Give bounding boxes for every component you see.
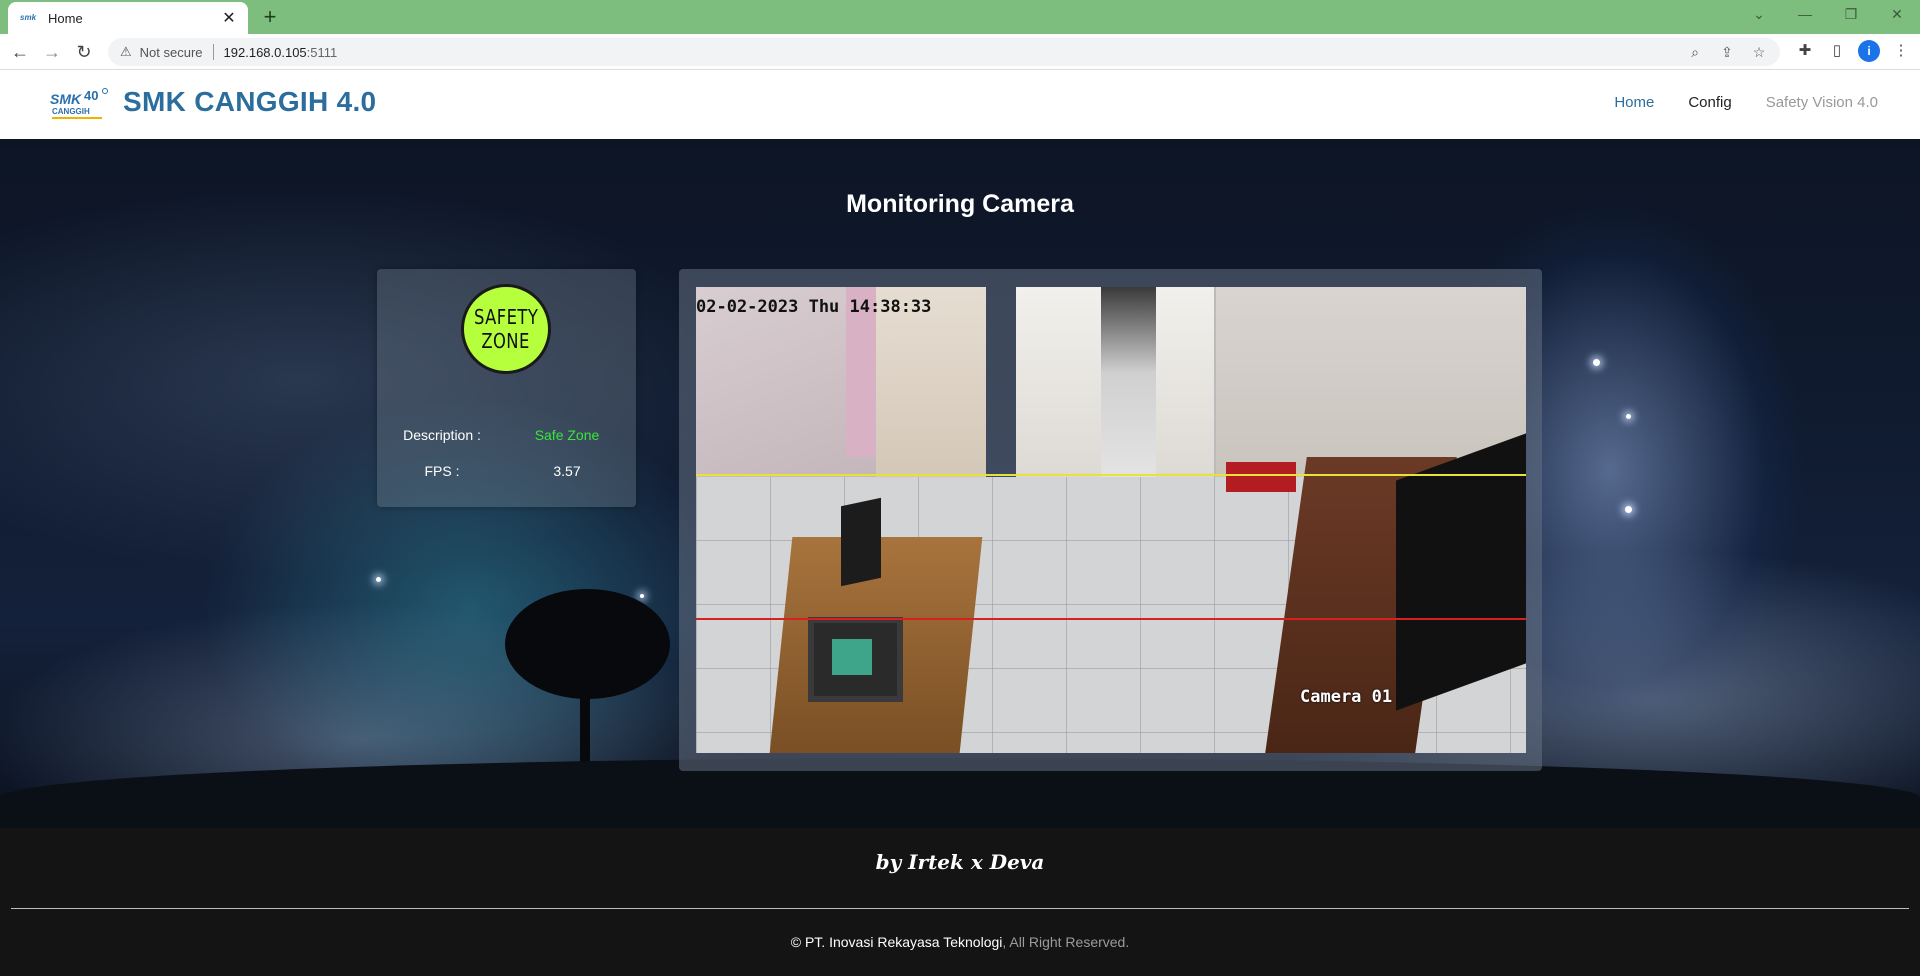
company-name[interactable]: PT. Inovasi Rekayasa Teknologi (805, 934, 1002, 950)
bookmark-star-icon[interactable]: ☆ (1750, 42, 1768, 62)
site-nav: Home Config Safety Vision 4.0 (1614, 94, 1878, 111)
svg-text:40: 40 (84, 88, 98, 103)
scene-printer-bed (832, 639, 872, 675)
scene-monitor (841, 497, 881, 587)
star-decoration (1626, 414, 1631, 419)
menu-kebab-icon[interactable]: ⋮ (1890, 40, 1912, 62)
copyright-symbol: © (790, 934, 802, 950)
page-title: Monitoring Camera (846, 190, 1074, 218)
author-signature: by Irtek x Deva (875, 850, 1045, 874)
omnibox-actions: ⌕ ⇪ ☆ (1686, 42, 1768, 62)
share-icon[interactable]: ⇪ (1718, 42, 1736, 62)
svg-text:CANGGIH: CANGGIH (52, 107, 90, 116)
svg-text:SMK: SMK (50, 91, 82, 107)
brand-title[interactable]: SMK CANGGIH 4.0 (123, 86, 376, 118)
address-bar[interactable]: ⚠ Not secure 192.168.0.105:5111 ⌕ ⇪ ☆ (108, 38, 1780, 66)
scene-mirror (1101, 287, 1156, 502)
footer-divider (11, 908, 1909, 909)
tab-search-icon[interactable]: ⌄ (1736, 0, 1782, 30)
close-window-icon[interactable]: ✕ (1874, 0, 1920, 30)
tab-title: Home (48, 10, 83, 26)
copyright-text: © PT. Inovasi Rekayasa Teknologi, All Ri… (0, 934, 1920, 950)
omnibox-divider (212, 44, 214, 60)
description-label: Description : (403, 427, 481, 443)
reload-icon[interactable]: ↻ (72, 40, 96, 64)
browser-tab[interactable]: smk Home ✕ (8, 2, 248, 34)
fps-value: 3.57 (553, 463, 581, 479)
side-panel-icon[interactable]: ▯ (1826, 40, 1848, 62)
new-tab-button[interactable]: + (258, 5, 282, 29)
profile-avatar[interactable]: i (1858, 40, 1880, 62)
star-decoration (1625, 506, 1632, 513)
badge-line-2: ZONE (481, 329, 531, 353)
camera-feed[interactable]: 02-02-2023 Thu 14:38:33 Camera 01 (696, 287, 1526, 753)
nav-config-link[interactable]: Config (1688, 94, 1731, 111)
smk-logo-icon[interactable]: SMK 40 CANGGIH (48, 86, 110, 122)
nav-safety-vision-link[interactable]: Safety Vision 4.0 (1766, 94, 1878, 111)
camera-timestamp: 02-02-2023 Thu 14:38:33 (696, 297, 932, 317)
scene-door (876, 287, 986, 487)
star-decoration (640, 594, 644, 598)
danger-boundary-line (696, 618, 1526, 620)
url-port: :5111 (306, 44, 338, 60)
browser-actions: ✚ ▯ i ⋮ (1794, 40, 1912, 62)
url-text[interactable]: 192.168.0.105:5111 (224, 45, 338, 60)
fps-label: FPS : (424, 463, 460, 479)
restore-icon[interactable]: ❐ (1828, 0, 1874, 30)
rights-text: , All Right Reserved. (1002, 934, 1130, 950)
footer: by Irtek x Deva © PT. Inovasi Rekayasa T… (0, 828, 1920, 976)
close-tab-icon[interactable]: ✕ (220, 8, 238, 28)
badge-line-1: SAFETY (473, 305, 539, 329)
browser-tab-bar: smk Home ✕ + ⌄ — ❐ ✕ (0, 0, 1920, 34)
extensions-icon[interactable]: ✚ (1794, 40, 1816, 62)
status-card: SAFETY ZONE Description : Safe Zone FPS … (377, 269, 636, 507)
nav-home-link[interactable]: Home (1614, 94, 1654, 111)
minimize-icon[interactable]: — (1782, 0, 1828, 30)
forward-icon[interactable]: → (40, 40, 64, 64)
url-host: 192.168.0.105 (223, 44, 307, 60)
fps-row: FPS : 3.57 (377, 463, 636, 483)
back-icon[interactable]: ← (8, 40, 32, 64)
star-decoration (1593, 359, 1600, 366)
site-header: SMK 40 CANGGIH SMK CANGGIH 4.0 Home Conf… (0, 70, 1920, 139)
warning-boundary-line (696, 474, 1526, 476)
zoom-icon[interactable]: ⌕ (1686, 42, 1704, 62)
warning-icon[interactable]: ⚠ (120, 44, 132, 60)
window-controls: ⌄ — ❐ ✕ (1736, 0, 1920, 30)
security-label[interactable]: Not secure (140, 45, 203, 60)
safety-zone-badge-icon: SAFETY ZONE (461, 284, 551, 374)
scene-rug (1226, 462, 1296, 492)
description-value: Safe Zone (534, 427, 600, 443)
camera-name: Camera 01 (1300, 687, 1393, 707)
site-favicon-icon: smk (20, 13, 37, 22)
camera-panel: 02-02-2023 Thu 14:38:33 Camera 01 (679, 269, 1542, 771)
star-decoration (376, 577, 381, 582)
description-row: Description : Safe Zone (377, 427, 636, 447)
browser-toolbar: ← → ↻ ⚠ Not secure 192.168.0.105:5111 ⌕ … (0, 34, 1920, 70)
